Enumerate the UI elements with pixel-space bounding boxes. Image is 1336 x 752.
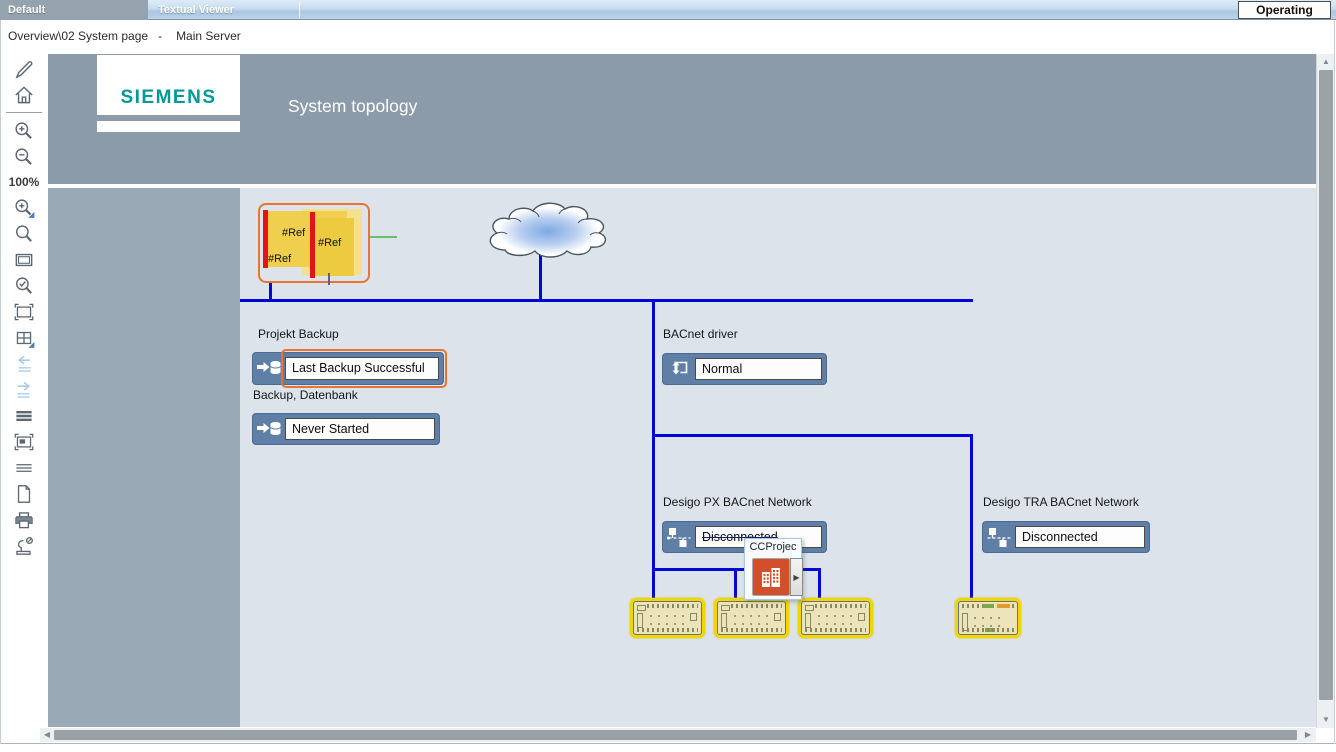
object-tooltip: CCProjec ▶ — [744, 538, 802, 600]
operating-mode-button[interactable]: Operating — [1238, 1, 1331, 19]
vertical-scroll-thumb[interactable] — [1319, 70, 1333, 700]
server-drop-line — [269, 283, 272, 300]
controller-graphic — [633, 601, 702, 635]
page-icon[interactable] — [7, 481, 41, 506]
network-icon — [986, 525, 1013, 549]
project-backup-label: Projekt Backup — [258, 327, 339, 341]
tab-default[interactable]: Default — [0, 0, 148, 20]
controller-graphic — [801, 601, 870, 635]
scroll-down-arrow[interactable]: ▼ — [1319, 713, 1333, 727]
zoom-level-label: 100% — [9, 170, 40, 195]
breadcrumb-bar: Overview\02 System page-Main Server — [0, 21, 1336, 54]
zoom-window-icon[interactable] — [7, 247, 41, 272]
previous-view-icon[interactable] — [7, 351, 41, 376]
bacnet-driver-widget[interactable]: Normal — [662, 353, 827, 385]
window-left-border — [0, 20, 1, 744]
project-building-tile[interactable] — [752, 558, 790, 596]
window-right-border — [1334, 20, 1335, 744]
logo-underline-bar — [97, 121, 240, 132]
breadcrumb: Overview\02 System page-Main Server — [8, 29, 241, 43]
controller-graphic — [958, 601, 1018, 635]
zoom-selection-icon[interactable] — [7, 195, 41, 220]
network-icon — [666, 525, 693, 549]
driver-icon — [666, 357, 693, 381]
backup-database-icon — [256, 417, 283, 441]
project-backup-widget[interactable]: Last Backup Successful — [252, 352, 444, 385]
database-backup-label: Backup, Datenbank — [253, 388, 358, 402]
zoom-out-icon[interactable] — [7, 144, 41, 169]
window-bottom-border — [0, 743, 1336, 744]
siemens-logo-box: SIEMENS — [97, 55, 240, 115]
server-green-link — [370, 236, 397, 238]
database-backup-value: Never Started — [285, 418, 435, 440]
bacnet-driver-value: Normal — [695, 358, 822, 380]
graphics-toolbar: 100% — [0, 54, 48, 728]
px-controller-3[interactable] — [798, 598, 873, 638]
scroll-left-arrow[interactable]: ◀ — [40, 728, 54, 742]
breadcrumb-path: Overview\02 System page — [8, 29, 148, 43]
px-controller-1[interactable] — [630, 598, 705, 638]
stamp-icon[interactable] — [7, 533, 41, 558]
vertical-scrollbar[interactable]: ▲ ▼ — [1316, 54, 1334, 728]
graphic-header: SIEMENS System topology — [48, 54, 1316, 184]
tooltip-expand-button[interactable]: ▶ — [790, 558, 803, 596]
tra-network-value: Disconnected — [1015, 526, 1145, 548]
siemens-logo: SIEMENS — [120, 87, 216, 109]
project-backup-value: Last Backup Successful — [285, 357, 439, 380]
magnifier-icon[interactable] — [7, 221, 41, 246]
tab-textual-viewer[interactable]: Textual Viewer — [150, 0, 298, 20]
application-window: Default Textual Viewer Operating Overvie… — [0, 0, 1336, 752]
ctrl1-drop — [652, 568, 655, 600]
tra-down-line — [970, 434, 973, 600]
database-backup-widget[interactable]: Never Started — [252, 413, 440, 445]
scroll-up-arrow[interactable]: ▲ — [1319, 55, 1333, 69]
breadcrumb-server: Main Server — [176, 29, 241, 43]
zoom-saved-icon[interactable] — [7, 273, 41, 298]
page-title: System topology — [288, 96, 417, 117]
tooltip-object-name: CCProjec — [745, 541, 801, 556]
fit-selection-icon[interactable] — [7, 429, 41, 454]
chevron-right-icon: ▶ — [793, 573, 799, 582]
horizontal-scrollbar[interactable]: ◀ ▶ — [40, 728, 1316, 742]
server-cable — [328, 273, 330, 285]
px-down-line — [652, 434, 655, 571]
tab-separator — [299, 2, 300, 18]
bus-line-second — [652, 434, 973, 437]
tra-network-label: Desigo TRA BACnet Network — [983, 495, 1139, 509]
scroll-right-arrow[interactable]: ▶ — [1301, 728, 1315, 742]
server-ref-3: #Ref — [268, 253, 291, 265]
top-tab-bar: Default Textual Viewer Operating — [0, 0, 1336, 20]
breadcrumb-separator: - — [158, 29, 162, 43]
server-ref-1: #Ref — [282, 227, 305, 239]
horizontal-scroll-thumb[interactable] — [54, 730, 1297, 740]
fit-view-icon[interactable] — [7, 299, 41, 324]
next-view-icon[interactable] — [7, 377, 41, 402]
server-node[interactable]: #Ref #Ref #Ref — [258, 203, 370, 283]
left-side-panel — [48, 188, 240, 727]
px-controller-2[interactable] — [714, 598, 789, 638]
tra-controller[interactable] — [955, 598, 1021, 638]
zoom-in-icon[interactable] — [7, 118, 41, 143]
ctrl3-drop — [818, 568, 821, 600]
server-red-bar-2 — [310, 212, 315, 278]
controller-graphic — [717, 601, 786, 635]
bus-line-main — [240, 299, 973, 302]
branch-down-line — [652, 299, 655, 437]
topology-canvas: #Ref #Ref #Ref Projekt Backup — [240, 188, 1316, 727]
edit-pen-icon[interactable] — [7, 56, 41, 81]
pan-view-icon[interactable] — [7, 325, 41, 350]
toolbar-divider — [6, 112, 42, 113]
ctrl2-drop — [734, 568, 737, 600]
print-icon[interactable] — [7, 507, 41, 532]
backup-database-icon — [256, 356, 283, 380]
network-cloud — [478, 198, 624, 273]
home-icon[interactable] — [7, 82, 41, 107]
tra-network-widget[interactable]: Disconnected — [982, 521, 1150, 553]
server-ref-2: #Ref — [318, 237, 341, 249]
building-icon — [758, 564, 784, 590]
layers-icon[interactable] — [7, 403, 41, 428]
lines-icon[interactable] — [7, 455, 41, 480]
bacnet-driver-label: BACnet driver — [663, 327, 738, 341]
px-network-label: Desigo PX BACnet Network — [663, 495, 812, 509]
